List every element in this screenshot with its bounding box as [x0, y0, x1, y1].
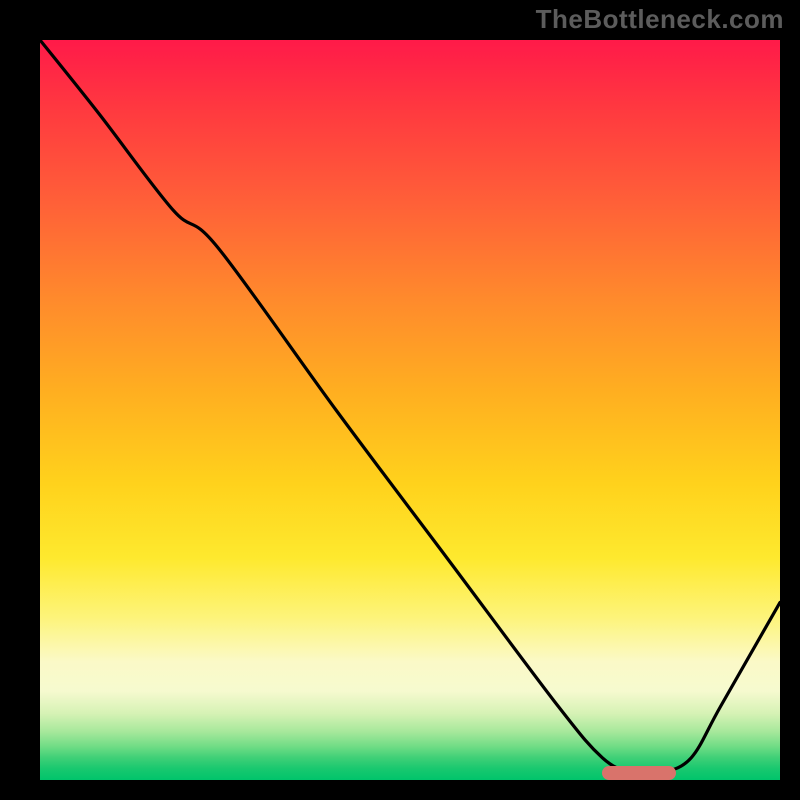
watermark-text: TheBottleneck.com — [536, 4, 784, 35]
curve-path — [40, 40, 780, 774]
chart-frame: TheBottleneck.com — [0, 0, 800, 800]
bottleneck-curve — [40, 40, 780, 780]
plot-area — [40, 40, 780, 780]
optimal-range-marker — [602, 766, 676, 780]
